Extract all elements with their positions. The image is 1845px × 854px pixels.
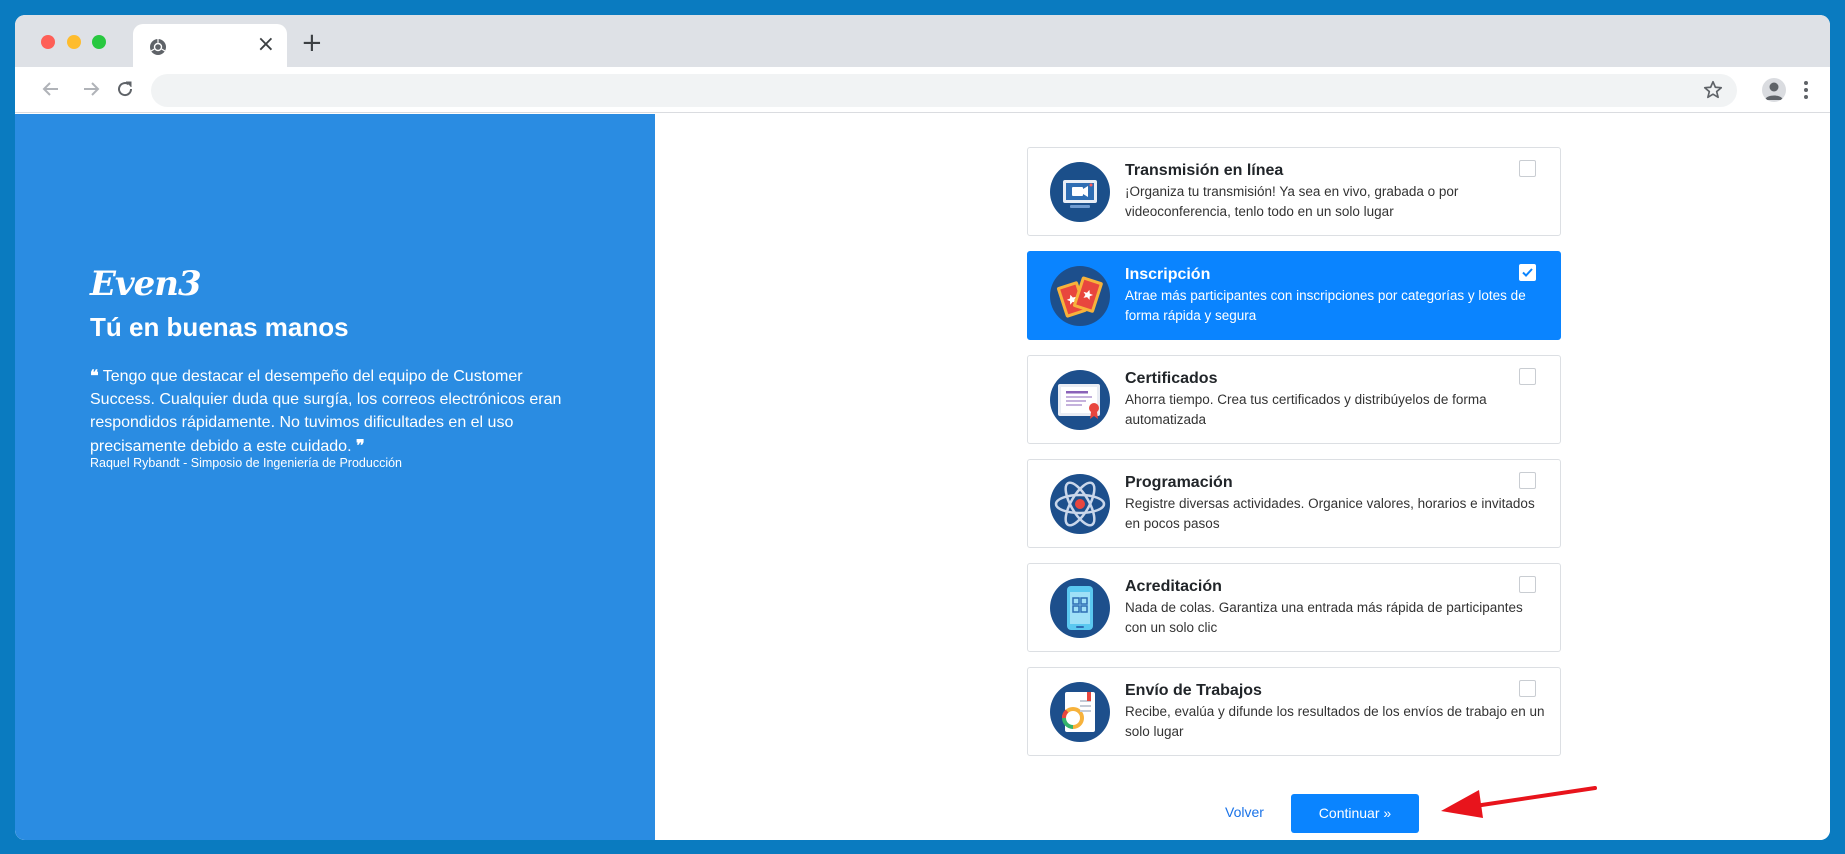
module-title: Programación bbox=[1125, 474, 1233, 491]
module-description: Recibe, evalúa y difunde los resultados … bbox=[1125, 704, 1545, 739]
ticket-icon bbox=[1050, 266, 1110, 326]
module-card-certificates[interactable]: Certificados Ahorra tiempo. Crea tus cer… bbox=[1027, 355, 1561, 444]
quote-close-icon: ❞ bbox=[355, 436, 365, 455]
tagline: Tú en buenas manos bbox=[90, 312, 349, 342]
module-card-streaming[interactable]: Transmisión en línea ¡Organiza tu transm… bbox=[1027, 147, 1561, 236]
browser-window: × + Even3 Tú en buenas manos ❝ Tengo que… bbox=[15, 15, 1830, 840]
module-title: Envío de Trabajos bbox=[1125, 682, 1262, 699]
module-title: Inscripción bbox=[1125, 266, 1211, 283]
browser-toolbar bbox=[15, 67, 1830, 113]
reload-icon[interactable] bbox=[113, 77, 137, 101]
module-description: Ahorra tiempo. Crea tus certificados y d… bbox=[1125, 392, 1487, 427]
module-description: Registre diversas actividades. Organice … bbox=[1125, 496, 1535, 531]
module-checkbox[interactable] bbox=[1519, 680, 1536, 697]
module-checkbox[interactable] bbox=[1519, 160, 1536, 177]
quote-text: Tengo que destacar el desempeño del equi… bbox=[90, 368, 562, 455]
module-description: ¡Organiza tu transmisión! Ya sea en vivo… bbox=[1125, 184, 1459, 219]
module-card-registration[interactable]: Inscripción Atrae más participantes con … bbox=[1027, 251, 1561, 340]
close-tab-icon[interactable]: × bbox=[257, 33, 275, 57]
streaming-icon bbox=[1050, 162, 1110, 222]
module-card-accreditation[interactable]: Acreditación Nada de colas. Garantiza un… bbox=[1027, 563, 1561, 652]
quote-open-icon: ❝ bbox=[90, 366, 99, 385]
chrome-icon bbox=[150, 39, 166, 55]
module-description: Atrae más participantes con inscripcione… bbox=[1125, 288, 1526, 323]
testimonial-author: Raquel Rybandt - Simposio de Ingeniería … bbox=[90, 456, 402, 470]
module-card-submissions[interactable]: Envío de Trabajos Recibe, evalúa y difun… bbox=[1027, 667, 1561, 756]
new-tab-button[interactable]: + bbox=[301, 29, 323, 57]
bookmark-star-icon[interactable] bbox=[1702, 79, 1724, 101]
certificate-icon bbox=[1050, 370, 1110, 430]
tab-strip: × + bbox=[15, 15, 1830, 67]
module-checkbox[interactable] bbox=[1519, 472, 1536, 489]
browser-tab[interactable]: × bbox=[133, 24, 287, 67]
module-card-scheduling[interactable]: Programación Registre diversas actividad… bbox=[1027, 459, 1561, 548]
profile-avatar-icon[interactable] bbox=[1762, 78, 1786, 102]
even3-logo: Even3 bbox=[90, 264, 202, 304]
module-title: Transmisión en línea bbox=[1125, 162, 1284, 179]
testimonial-panel: Even3 Tú en buenas manos ❝ Tengo que des… bbox=[15, 114, 655, 840]
testimonial-quote: ❝ Tengo que destacar el desempeño del eq… bbox=[90, 364, 570, 458]
maximize-window-button[interactable] bbox=[92, 35, 106, 49]
module-checkbox[interactable] bbox=[1519, 368, 1536, 385]
more-menu-icon[interactable] bbox=[1801, 79, 1811, 101]
module-title: Certificados bbox=[1125, 370, 1218, 387]
module-title: Acreditación bbox=[1125, 578, 1222, 595]
page-content: Even3 Tú en buenas manos ❝ Tengo que des… bbox=[15, 114, 1830, 840]
checkmark-icon bbox=[1522, 268, 1533, 277]
module-description: Nada de colas. Garantiza una entrada más… bbox=[1125, 600, 1523, 635]
qr-phone-icon bbox=[1050, 578, 1110, 638]
forward-arrow-icon[interactable] bbox=[79, 77, 103, 101]
close-window-button[interactable] bbox=[41, 35, 55, 49]
module-checkbox-checked[interactable] bbox=[1519, 264, 1536, 281]
back-link[interactable]: Volver bbox=[1225, 804, 1264, 820]
minimize-window-button[interactable] bbox=[67, 35, 81, 49]
continue-button[interactable]: Continuar » bbox=[1291, 794, 1419, 833]
address-bar[interactable] bbox=[151, 74, 1737, 107]
atom-icon bbox=[1050, 474, 1110, 534]
document-chart-icon bbox=[1050, 682, 1110, 742]
module-checkbox[interactable] bbox=[1519, 576, 1536, 593]
annotation-arrow-icon bbox=[1441, 786, 1597, 818]
back-arrow-icon[interactable] bbox=[39, 77, 63, 101]
